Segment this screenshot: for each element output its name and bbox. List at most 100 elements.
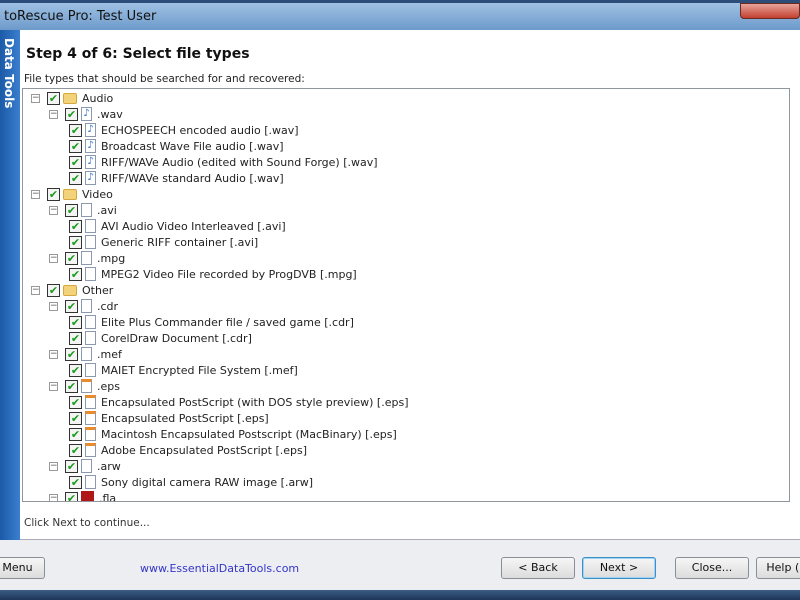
collapse-icon[interactable]: − xyxy=(49,461,58,471)
tree-item[interactable]: ✔ ♪ ECHOSPEECH encoded audio [.wav] xyxy=(69,122,299,138)
collapse-icon[interactable]: − xyxy=(49,301,58,311)
next-button[interactable]: Next > xyxy=(582,557,656,579)
tree-item[interactable]: ✔ Generic RIFF container [.avi] xyxy=(69,234,258,250)
eps-icon xyxy=(81,379,92,393)
checkbox[interactable]: ✔ xyxy=(69,475,82,489)
menu-button[interactable]: Menu xyxy=(0,557,45,579)
collapse-icon[interactable]: − xyxy=(49,381,58,391)
checkbox[interactable]: ✔ xyxy=(65,491,78,501)
file-icon xyxy=(85,267,96,281)
checkbox[interactable]: ✔ xyxy=(69,411,82,425)
tree-item-label: ECHOSPEECH encoded audio [.wav] xyxy=(101,123,299,137)
close-button[interactable]: Close... xyxy=(675,557,749,579)
tree-item-label: Macintosh Encapsulated Postscript (MacBi… xyxy=(101,427,397,441)
checkbox[interactable]: ✔ xyxy=(47,91,60,105)
tree-item[interactable]: − ✔ Video xyxy=(31,186,113,202)
checkbox[interactable]: ✔ xyxy=(69,139,82,153)
tree-item-label: MPEG2 Video File recorded by ProgDVB [.m… xyxy=(101,267,357,281)
collapse-icon[interactable]: − xyxy=(31,93,40,103)
checkbox[interactable]: ✔ xyxy=(65,459,78,473)
tree-item[interactable]: ✔ Encapsulated PostScript (with DOS style… xyxy=(69,394,408,410)
tree-item[interactable]: − ✔ ♪ .wav xyxy=(49,106,123,122)
close-window-button[interactable] xyxy=(740,3,800,19)
checkbox[interactable]: ✔ xyxy=(65,107,78,121)
file-icon xyxy=(81,347,92,361)
file-icon xyxy=(85,331,96,345)
checkbox[interactable]: ✔ xyxy=(69,123,82,137)
tree-label: File types that should be searched for a… xyxy=(24,73,305,85)
checkbox[interactable]: ✔ xyxy=(65,251,78,265)
audio-icon: ♪ xyxy=(85,155,96,169)
file-icon xyxy=(81,299,92,313)
side-label: Data Tools xyxy=(2,38,16,109)
tree-item[interactable]: ✔ ♪ RIFF/WAVe standard Audio [.wav] xyxy=(69,170,284,186)
collapse-icon[interactable]: − xyxy=(31,189,40,199)
checkbox[interactable]: ✔ xyxy=(69,363,82,377)
checkbox[interactable]: ✔ xyxy=(69,155,82,169)
collapse-icon[interactable]: − xyxy=(49,493,58,501)
tree-item[interactable]: ✔ ♪ RIFF/WAVe Audio (edited with Sound For… xyxy=(69,154,378,170)
tree-item[interactable]: − ✔ .eps xyxy=(49,378,120,394)
folder-icon xyxy=(63,188,77,200)
tree-item[interactable]: − ✔ .arw xyxy=(49,458,121,474)
audio-icon: ♪ xyxy=(81,107,92,121)
checkbox[interactable]: ✔ xyxy=(65,379,78,393)
tree-item[interactable]: ✔ Elite Plus Commander file / saved game … xyxy=(69,314,354,330)
file-icon xyxy=(85,219,96,233)
tree-item[interactable]: − ✔ .avi xyxy=(49,202,117,218)
tree-item[interactable]: ✔ Adobe Encapsulated PostScript [.eps] xyxy=(69,442,307,458)
tree-item[interactable]: − ✔ Other xyxy=(31,282,113,298)
checkbox[interactable]: ✔ xyxy=(47,283,60,297)
collapse-icon[interactable]: − xyxy=(49,349,58,359)
tree-item-label: .arw xyxy=(97,459,121,473)
checkbox[interactable]: ✔ xyxy=(65,299,78,313)
collapse-icon[interactable]: − xyxy=(49,253,58,263)
tree-item[interactable]: − ✔ .fla xyxy=(49,490,116,501)
checkbox[interactable]: ✔ xyxy=(69,171,82,185)
page-title: Step 4 of 6: Select file types xyxy=(26,46,250,62)
fla-icon xyxy=(81,491,94,501)
tree-item[interactable]: ✔ Sony digital camera RAW image [.arw] xyxy=(69,474,313,490)
file-type-tree[interactable]: − ✔ Audio − ✔ ♪ .wav ✔ ♪ ECHOSPEECH encoded audio… xyxy=(22,88,790,502)
status-text: Click Next to continue... xyxy=(24,517,150,529)
tree-item[interactable]: ✔ Macintosh Encapsulated Postscript (MacB… xyxy=(69,426,397,442)
collapse-icon[interactable]: − xyxy=(49,109,58,119)
eps-icon xyxy=(85,443,96,457)
tree-item-label: .mef xyxy=(97,347,122,361)
window-title: toRescue Pro: Test User xyxy=(4,9,157,24)
tree-item-label: Broadcast Wave File audio [.wav] xyxy=(101,139,284,153)
tree-item[interactable]: − ✔ .mpg xyxy=(49,250,125,266)
tree-item[interactable]: − ✔ .mef xyxy=(49,346,122,362)
tree-item-label: Encapsulated PostScript [.eps] xyxy=(101,411,269,425)
checkbox[interactable]: ✔ xyxy=(69,219,82,233)
website-link[interactable]: www.EssentialDataTools.com xyxy=(140,562,299,575)
checkbox[interactable]: ✔ xyxy=(69,443,82,457)
collapse-icon[interactable]: − xyxy=(49,205,58,215)
checkbox[interactable]: ✔ xyxy=(65,347,78,361)
checkbox[interactable]: ✔ xyxy=(69,315,82,329)
file-icon xyxy=(81,459,92,473)
tree-item[interactable]: − ✔ Audio xyxy=(31,90,113,106)
checkbox[interactable]: ✔ xyxy=(69,267,82,281)
checkbox[interactable]: ✔ xyxy=(69,235,82,249)
checkbox[interactable]: ✔ xyxy=(69,395,82,409)
checkbox[interactable]: ✔ xyxy=(69,427,82,441)
tree-item[interactable]: ✔ Encapsulated PostScript [.eps] xyxy=(69,410,269,426)
back-button[interactable]: < Back xyxy=(501,557,575,579)
collapse-icon[interactable]: − xyxy=(31,285,40,295)
tree-item-label: Adobe Encapsulated PostScript [.eps] xyxy=(101,443,308,457)
checkbox[interactable]: ✔ xyxy=(65,203,78,217)
tree-item[interactable]: ✔ AVI Audio Video Interleaved [.avi] xyxy=(69,218,286,234)
tree-item-label: CorelDraw Document [.cdr] xyxy=(101,331,252,345)
checkbox[interactable]: ✔ xyxy=(47,187,60,201)
file-icon xyxy=(85,475,96,489)
tree-item[interactable]: − ✔ .cdr xyxy=(49,298,118,314)
eps-icon xyxy=(85,411,96,425)
checkbox[interactable]: ✔ xyxy=(69,331,82,345)
tree-item[interactable]: ✔ ♪ Broadcast Wave File audio [.wav] xyxy=(69,138,284,154)
help-button[interactable]: Help (F xyxy=(756,557,800,579)
tree-item[interactable]: ✔ CorelDraw Document [.cdr] xyxy=(69,330,252,346)
tree-item[interactable]: ✔ MAIET Encrypted File System [.mef] xyxy=(69,362,298,378)
file-icon xyxy=(81,203,92,217)
tree-item[interactable]: ✔ MPEG2 Video File recorded by ProgDVB [.… xyxy=(69,266,357,282)
